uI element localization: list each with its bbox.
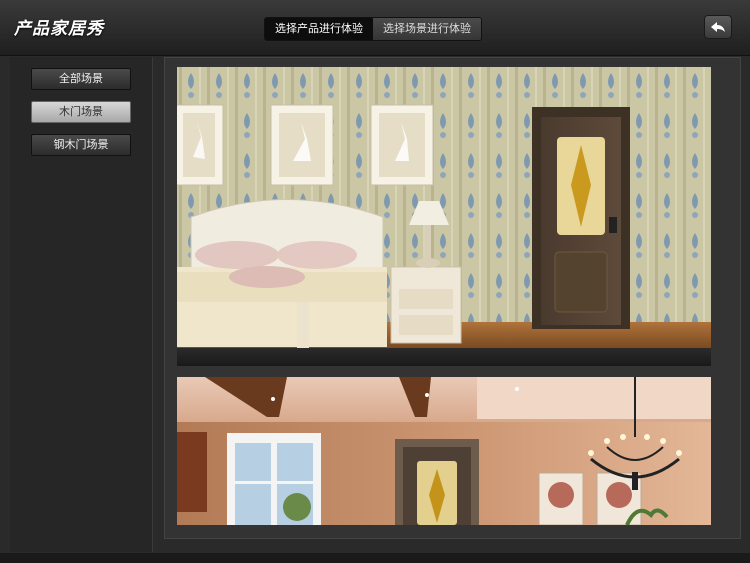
app-title: 产品家居秀 — [14, 19, 104, 39]
bedroom-scene-image — [177, 67, 711, 348]
sidebar-item-all-scenes[interactable]: 全部场景 — [31, 68, 131, 90]
tab-choose-product[interactable]: 选择产品进行体验 — [265, 18, 373, 40]
bottom-bar — [0, 553, 750, 563]
scene-category-sidebar: 全部场景 木门场景 钢木门场景 — [10, 57, 153, 552]
living-room-scene-card[interactable] — [177, 377, 711, 525]
back-button[interactable] — [704, 15, 732, 39]
bedroom-scene-caption-bar — [177, 348, 711, 366]
back-arrow-icon — [711, 22, 725, 32]
living-room-scene-image — [177, 377, 711, 525]
experience-mode-tabs: 选择产品进行体验 选择场景进行体验 — [264, 17, 482, 41]
tab-choose-scene[interactable]: 选择场景进行体验 — [373, 18, 481, 40]
sidebar-item-wood-door-scenes[interactable]: 木门场景 — [31, 101, 131, 123]
bedroom-scene-card[interactable] — [177, 67, 711, 348]
top-bar: 产品家居秀 选择产品进行体验 选择场景进行体验 — [0, 0, 750, 56]
sidebar-item-steel-wood-door-scenes[interactable]: 钢木门场景 — [31, 134, 131, 156]
